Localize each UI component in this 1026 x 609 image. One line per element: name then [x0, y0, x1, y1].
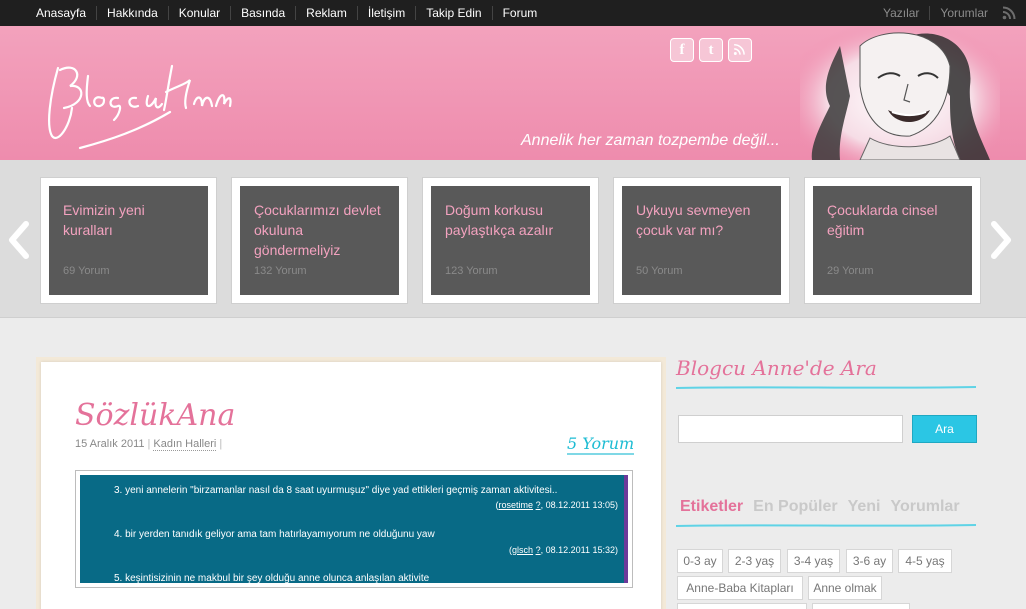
entry-attribution: (glsch ?, 08.12.2011 15:32): [509, 545, 618, 555]
nav-comments-feed[interactable]: Yorumlar: [929, 6, 998, 20]
featured-card[interactable]: Çocuklarda cinsel eğitim 29 Yorum: [804, 177, 981, 304]
featured-slider: Evimizin yeni kuralları 69 Yorum Çocukla…: [0, 160, 1026, 318]
post-title[interactable]: SözlükAna: [75, 398, 235, 433]
nav-about[interactable]: Hakkında: [96, 6, 168, 20]
rss-feed-icon[interactable]: [728, 38, 752, 62]
featured-card-body: Çocuklarımızı devlet okuluna göndermeliy…: [240, 186, 399, 295]
post-category-link[interactable]: Kadın Halleri: [153, 438, 217, 451]
featured-card-comment-count: 50 Yorum: [636, 265, 683, 277]
featured-card-body: Evimizin yeni kuralları 69 Yorum: [49, 186, 208, 295]
sidebar-tabs: Etiketler En Popüler Yeni Yorumlar: [680, 498, 960, 516]
tag-item[interactable]: 3-4 yaş: [787, 549, 840, 573]
featured-card-title[interactable]: Çocuklarımızı devlet okuluna göndermeliy…: [254, 200, 385, 260]
entry-text: 5. keşintisizinin ne makbul bir şey oldu…: [114, 573, 430, 583]
entry-date: , 08.12.2011 13:05): [540, 500, 618, 510]
site-tagline: Annelik her zaman tozpembe değil...: [521, 132, 780, 149]
post-date: 15 Aralık 2011: [75, 438, 145, 450]
search-button[interactable]: Ara: [912, 415, 977, 443]
rss-icon[interactable]: [1002, 6, 1016, 20]
tag-item[interactable]: 4-5 yaş: [898, 549, 952, 573]
featured-card[interactable]: Uykuyu sevmeyen çocuk var mı? 50 Yorum: [613, 177, 790, 304]
post-card: SözlükAna 15 Aralık 2011 | Kadın Halleri | …: [41, 362, 661, 609]
site-header: f t Annelik her zaman tozpembe değil...: [0, 26, 1026, 160]
entry-author-link[interactable]: rosetime: [499, 500, 534, 510]
tag-item[interactable]: [812, 603, 910, 609]
featured-card-title[interactable]: Doğum korkusu paylaştıkça azalır: [445, 200, 576, 240]
nav-contact[interactable]: İletişim: [356, 6, 415, 20]
tag-item[interactable]: Anne-Baba Kitapları: [677, 576, 803, 600]
search-title-underline: [676, 386, 976, 389]
entry-text: 3. yeni annelerin "birzamanlar nasıl da …: [114, 485, 558, 496]
sozluk-embed: 3. yeni annelerin "birzamanlar nasıl da …: [75, 470, 633, 588]
top-nav-right: Yazılar Yorumlar: [873, 0, 1016, 26]
tag-item[interactable]: 3-6 ay: [846, 549, 893, 573]
post-comments-link[interactable]: 5 Yorum: [567, 434, 635, 455]
featured-card-title[interactable]: Uykuyu sevmeyen çocuk var mı?: [636, 200, 767, 240]
social-links: f t: [670, 38, 752, 62]
featured-card[interactable]: Doğum korkusu paylaştıkça azalır 123 Yor…: [422, 177, 599, 304]
featured-card-comment-count: 69 Yorum: [63, 265, 110, 277]
tag-item[interactable]: Anne olmak: [808, 576, 882, 600]
entry-author-link[interactable]: glsch: [512, 545, 533, 555]
nav-home[interactable]: Anasayfa: [26, 6, 96, 20]
featured-card[interactable]: Çocuklarımızı devlet okuluna göndermeliy…: [231, 177, 408, 304]
featured-card-comment-count: 123 Yorum: [445, 265, 498, 277]
nav-press[interactable]: Basında: [230, 6, 295, 20]
featured-card-comment-count: 29 Yorum: [827, 265, 874, 277]
featured-card-body: Doğum korkusu paylaştıkça azalır 123 Yor…: [431, 186, 590, 295]
featured-card-comment-count: 132 Yorum: [254, 265, 307, 277]
featured-card-title[interactable]: Çocuklarda cinsel eğitim: [827, 200, 958, 240]
twitter-icon[interactable]: t: [699, 38, 723, 62]
nav-topics[interactable]: Konular: [167, 6, 230, 20]
featured-card-body: Uykuyu sevmeyen çocuk var mı? 50 Yorum: [622, 186, 781, 295]
sozluk-entries-panel[interactable]: 3. yeni annelerin "birzamanlar nasıl da …: [80, 475, 628, 583]
top-nav: Anasayfa Hakkında Konular Basında Reklam…: [0, 0, 1026, 26]
slider-next-arrow-icon[interactable]: [988, 220, 1014, 260]
search-widget-title: Blogcu Anne'de Ara: [676, 356, 877, 380]
tab-new[interactable]: Yeni: [848, 498, 881, 516]
entry-attribution: (rosetime ?, 08.12.2011 13:05): [495, 500, 618, 510]
nav-forum[interactable]: Forum: [491, 6, 548, 20]
nav-posts-feed[interactable]: Yazılar: [873, 6, 929, 20]
tabs-underline: [676, 524, 976, 527]
laughing-woman-illustration: [800, 26, 1000, 160]
nav-follow[interactable]: Takip Edin: [415, 6, 491, 20]
featured-card-body: Çocuklarda cinsel eğitim 29 Yorum: [813, 186, 972, 295]
entry-date: , 08.12.2011 15:32): [540, 545, 618, 555]
tab-tags[interactable]: Etiketler: [680, 498, 743, 516]
slider-prev-arrow-icon[interactable]: [6, 220, 32, 260]
featured-card[interactable]: Evimizin yeni kuralları 69 Yorum: [40, 177, 217, 304]
post-meta: 15 Aralık 2011 | Kadın Halleri |: [75, 438, 223, 451]
tag-item[interactable]: 2-3 yaş: [728, 549, 781, 573]
entry-text: 4. bir yerden tanıdık geliyor ama tam ha…: [114, 529, 435, 540]
facebook-icon[interactable]: f: [670, 38, 694, 62]
search-input[interactable]: [678, 415, 903, 443]
nav-ads[interactable]: Reklam: [295, 6, 357, 20]
tab-popular[interactable]: En Popüler: [753, 498, 837, 516]
tag-item[interactable]: [677, 603, 807, 609]
top-nav-left: Anasayfa Hakkında Konular Basında Reklam…: [26, 0, 547, 26]
tag-item[interactable]: 0-3 ay: [677, 549, 723, 573]
tab-comments[interactable]: Yorumlar: [891, 498, 960, 516]
featured-card-title[interactable]: Evimizin yeni kuralları: [63, 200, 194, 240]
blogcu-anne-logo[interactable]: [40, 56, 240, 156]
post-frame: SözlükAna 15 Aralık 2011 | Kadın Halleri | …: [36, 357, 666, 609]
